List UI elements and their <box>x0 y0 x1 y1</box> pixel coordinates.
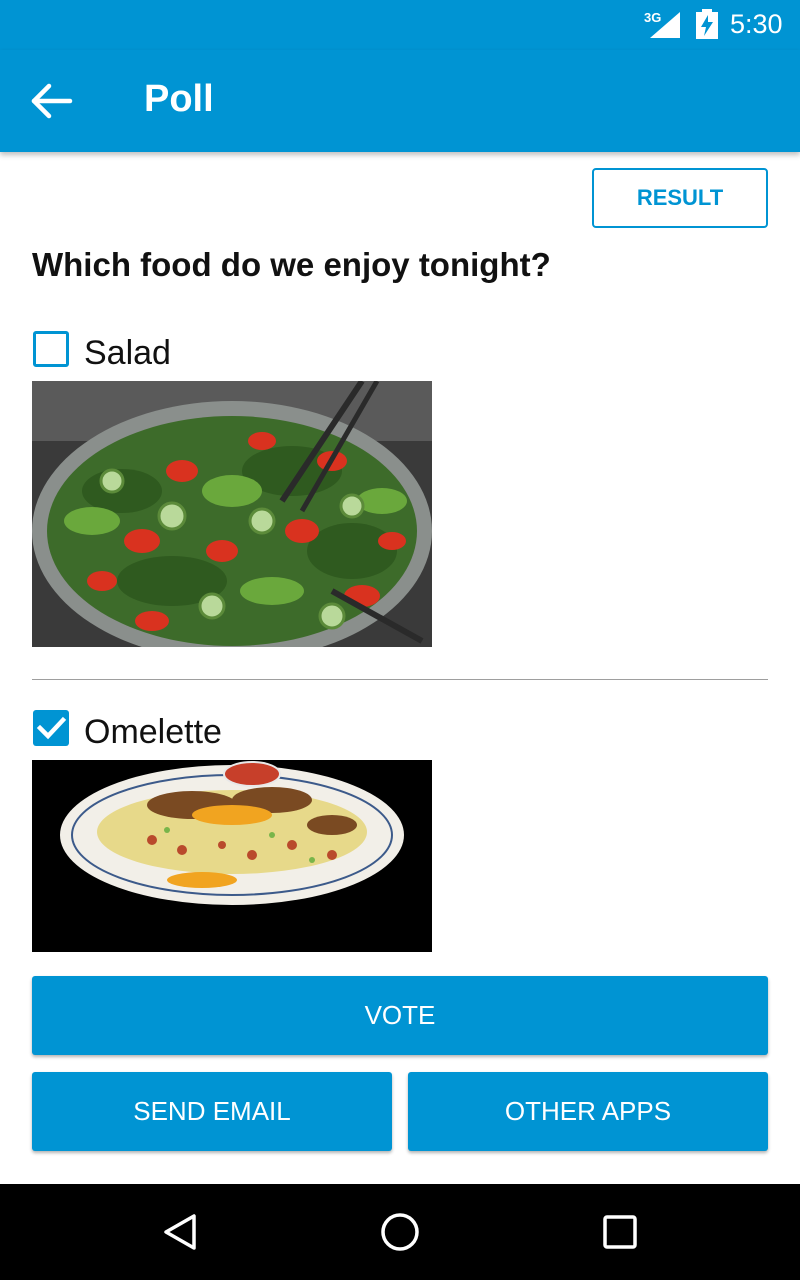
back-button[interactable] <box>28 76 78 126</box>
option-divider <box>32 679 768 680</box>
send-email-button[interactable]: SEND EMAIL <box>32 1072 392 1151</box>
navigation-bar <box>0 1184 800 1280</box>
nav-recents-button[interactable] <box>596 1208 644 1256</box>
omelette-checkbox[interactable] <box>33 710 69 746</box>
vote-button[interactable]: VOTE <box>32 976 768 1055</box>
clock: 5:30 <box>730 9 783 39</box>
battery-charging-icon <box>696 9 718 39</box>
option-label-omelette: Omelette <box>84 713 222 751</box>
back-triangle-icon <box>164 1214 196 1250</box>
omelette-image <box>32 760 432 952</box>
salad-checkbox[interactable] <box>33 331 69 367</box>
other-apps-button[interactable]: OTHER APPS <box>408 1072 768 1151</box>
checkmark-icon <box>36 716 67 740</box>
recents-square-icon <box>603 1215 637 1249</box>
result-button[interactable]: RESULT <box>592 168 768 228</box>
nav-back-button[interactable] <box>156 1208 204 1256</box>
app-bar: Poll <box>0 50 800 152</box>
status-bar: 3G 5:30 <box>0 0 800 50</box>
arrow-left-icon <box>31 83 73 119</box>
signal-icon <box>650 12 680 38</box>
page-title: Poll <box>144 78 214 120</box>
poll-question: Which food do we enjoy tonight? <box>32 246 551 283</box>
salad-image <box>32 381 432 647</box>
nav-home-button[interactable] <box>376 1208 424 1256</box>
home-circle-icon <box>381 1213 419 1251</box>
option-label-salad: Salad <box>84 334 171 372</box>
